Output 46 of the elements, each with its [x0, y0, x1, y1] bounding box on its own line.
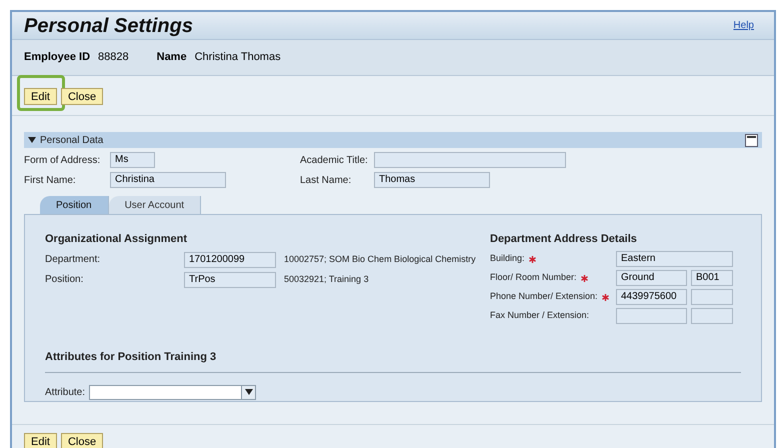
- field-label: Department:: [45, 253, 102, 267]
- input-field[interactable]: Christina: [110, 172, 226, 188]
- collapse-icon[interactable]: [745, 134, 758, 146]
- input-field[interactable]: [691, 308, 733, 324]
- window-title: Personal Settings: [24, 14, 193, 38]
- field-label: First Name:: [24, 174, 77, 188]
- input-field[interactable]: TrPos: [184, 272, 276, 288]
- section-title: Attributes for Position Training 3: [45, 350, 216, 362]
- attribute-dropdown[interactable]: [89, 384, 256, 400]
- caret-icon: [244, 389, 253, 395]
- employee-id: 88828: [98, 50, 129, 66]
- action-button[interactable]: Edit: [24, 433, 57, 448]
- tab[interactable]: User Account: [108, 196, 202, 214]
- input-field[interactable]: B001: [691, 270, 733, 286]
- input-field[interactable]: [691, 288, 733, 304]
- input-field[interactable]: Thomas: [374, 172, 490, 188]
- section-header[interactable]: Personal Data: [28, 132, 104, 148]
- field-label: Last Name:: [300, 174, 352, 188]
- input-field[interactable]: Ground: [616, 270, 687, 286]
- field-label: Position:: [45, 273, 84, 287]
- input-field[interactable]: [374, 152, 566, 168]
- action-button[interactable]: Close: [60, 88, 104, 105]
- input-field[interactable]: Ms: [110, 152, 155, 168]
- field-description: 50032921; Training 3: [284, 272, 369, 286]
- employee-name: Christina Thomas: [194, 50, 281, 66]
- field-label: Attribute:: [45, 386, 86, 400]
- employee-id-label: Employee ID: [24, 50, 90, 66]
- input-field[interactable]: 4439975600: [616, 288, 687, 304]
- field-label: Building:: [490, 252, 525, 265]
- field-label: Academic Title:: [300, 154, 369, 168]
- input-field[interactable]: Eastern: [616, 250, 733, 266]
- expand-triangle-icon: [28, 137, 36, 143]
- section-title: Department Address Details: [490, 232, 638, 247]
- section-title: Organizational Assignment: [45, 232, 188, 247]
- input-field[interactable]: [616, 308, 687, 324]
- field-description: 10002757; SOM Bio Chem Biological Chemistry: [284, 252, 476, 266]
- input-field[interactable]: 1701200099: [184, 252, 276, 268]
- help-link[interactable]: Help: [733, 18, 754, 33]
- tab[interactable]: Position: [40, 196, 109, 214]
- name-label: Name: [156, 50, 187, 66]
- field-label: Form of Address:: [24, 154, 102, 168]
- action-button[interactable]: Close: [60, 433, 104, 448]
- field-label: Phone Number/ Extension:: [490, 290, 598, 303]
- action-button[interactable]: Edit: [24, 88, 57, 105]
- field-label: Floor/ Room Number:: [490, 270, 577, 284]
- field-label: Fax Number / Extension:: [490, 308, 590, 322]
